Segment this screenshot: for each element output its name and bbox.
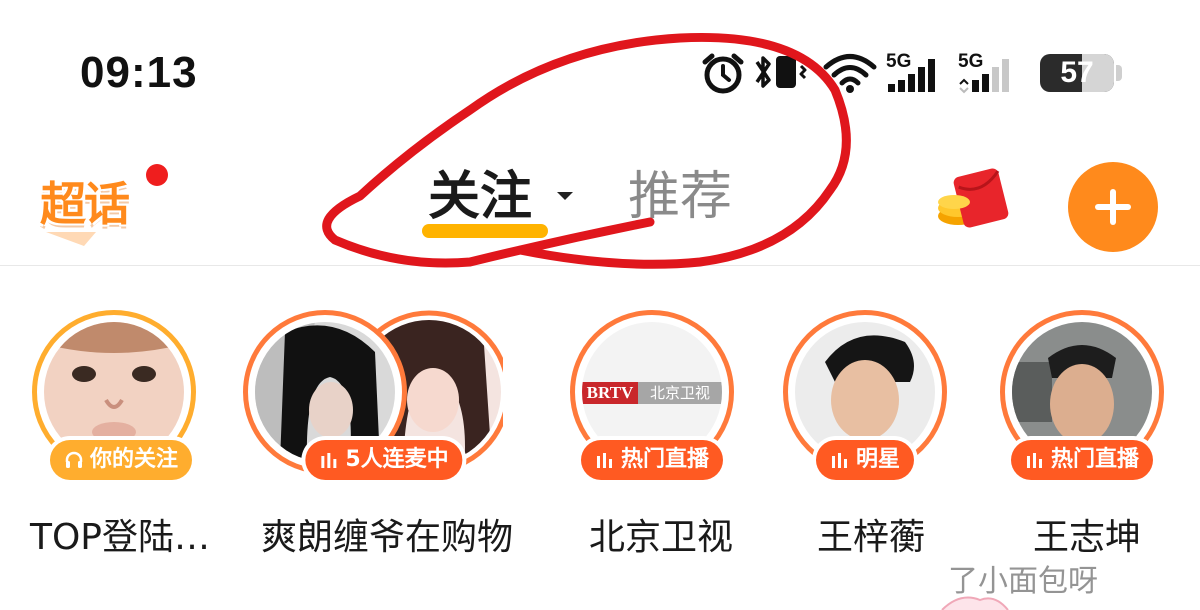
status-badge: 明星 [815, 440, 915, 480]
badge-label: 热门直播 [1050, 447, 1140, 472]
equalizer-icon [831, 453, 847, 468]
signal-icon [888, 59, 935, 92]
logo-text: 超话 [40, 177, 130, 231]
headphones-icon [65, 451, 83, 468]
status-badge: 你的关注 [49, 440, 193, 480]
watermark-decoration [941, 596, 1009, 610]
story-item[interactable]: 热门直播 王志坤 [975, 300, 1195, 580]
alarm-icon [702, 53, 744, 94]
bluetooth-icon [755, 56, 771, 88]
channel-logo: BRTV 北京卫视 [582, 382, 722, 404]
status-time: 09:13 [80, 48, 198, 97]
followed-topics-row: 你的关注 TOP登陆… 5人连麦中 爽朗缠爷在购物 BRTV 北京卫视 热门直播… [0, 300, 1200, 600]
battery-tip [1116, 65, 1122, 81]
battery-icon: 57 [1040, 54, 1114, 92]
tab-following[interactable]: 关注 [428, 164, 532, 230]
chevron-down-icon[interactable] [557, 192, 573, 200]
equalizer-icon [1026, 453, 1042, 468]
story-name: 王志坤 [1032, 517, 1141, 558]
header-divider [0, 265, 1200, 266]
status-badge: 5人连麦中 [305, 440, 463, 480]
badge-label: 明星 [855, 447, 901, 472]
channel-logo-mark: BRTV [582, 382, 638, 404]
status-bar: 09:13 5G 5G 57 [0, 0, 1200, 140]
battery-level: 57 [1060, 56, 1094, 89]
top-navigation: 超话 关注 推荐 [0, 140, 1200, 266]
signal-icon [959, 59, 1009, 94]
story-item[interactable]: 明星 王梓蘅 [758, 300, 978, 580]
story-item[interactable]: 5人连麦中 爽朗缠爷在购物 [243, 300, 513, 580]
badge-label: 你的关注 [89, 447, 179, 472]
story-item[interactable]: 你的关注 TOP登陆… [7, 300, 227, 580]
wifi-icon [823, 54, 877, 93]
status-badge: 热门直播 [1010, 440, 1154, 480]
vibrate-icon [776, 56, 807, 88]
badge-label: 5人连麦中 [345, 447, 449, 472]
notification-dot [146, 164, 168, 186]
tab-recommend[interactable]: 推荐 [628, 164, 732, 230]
story-name: 爽朗缠爷在购物 [260, 517, 513, 558]
channel-logo-name: 北京卫视 [638, 382, 722, 404]
red-packet-icon[interactable] [932, 162, 1016, 234]
add-button[interactable] [1068, 162, 1158, 252]
status-badge: 热门直播 [580, 440, 724, 480]
story-name: TOP登陆… [29, 517, 211, 558]
supertopic-logo[interactable]: 超话 [36, 150, 168, 250]
equalizer-icon [596, 453, 612, 468]
equalizer-icon [321, 453, 337, 468]
story-item[interactable]: BRTV 北京卫视 热门直播 北京卫视 [545, 300, 765, 580]
badge-label: 热门直播 [620, 447, 710, 472]
